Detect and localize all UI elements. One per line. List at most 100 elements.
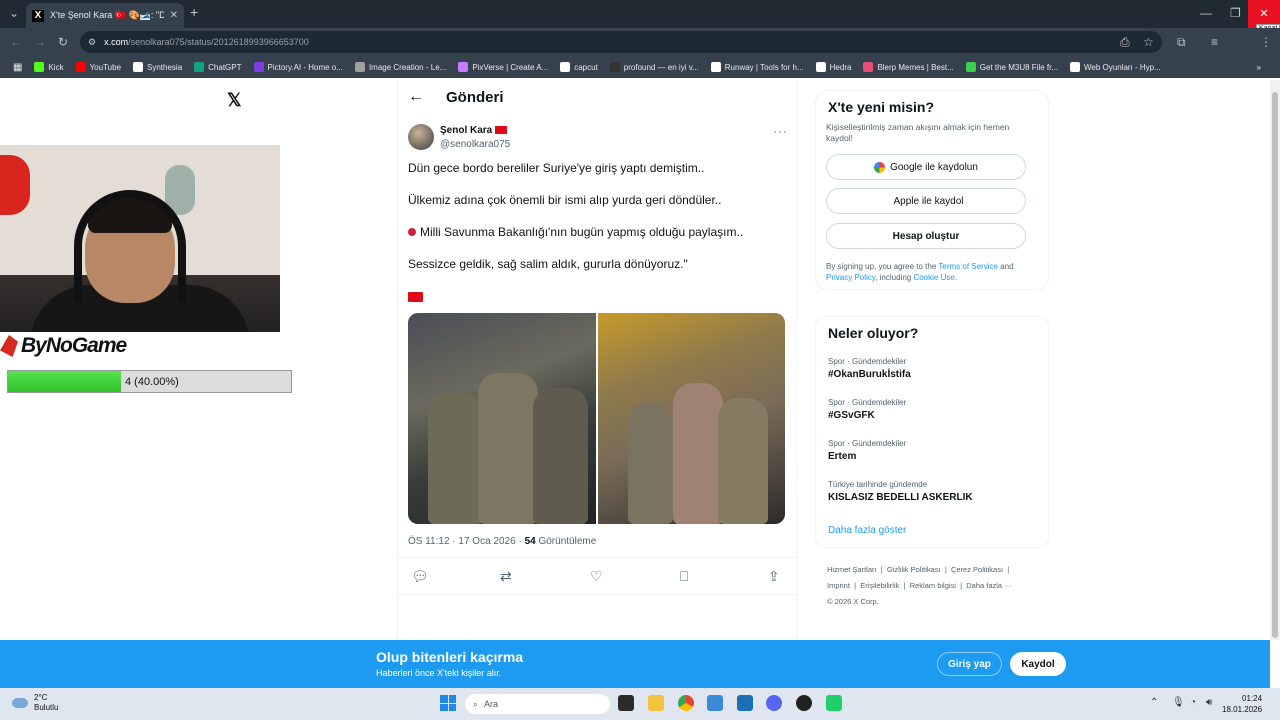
brand-logo: ByNoGame bbox=[0, 333, 127, 359]
cookie-link[interactable]: Cookie Use bbox=[913, 273, 954, 282]
file-explorer-icon[interactable] bbox=[648, 695, 664, 711]
show-more-link[interactable]: Daha fazla göster bbox=[828, 525, 906, 536]
active-tab[interactable]: X X'te Şenol Kara 🇹🇷 🎨🎿: "Dün g ✕ bbox=[26, 3, 184, 28]
x-favicon-icon: X bbox=[32, 9, 44, 22]
bookmark-item[interactable]: Runway | Tools for h... bbox=[706, 62, 809, 72]
weather-widget[interactable]: 2°C Bulutlu bbox=[12, 693, 58, 713]
banner-subtitle: Haberleri önce X'teki kişiler alır. bbox=[376, 668, 502, 678]
bookmark-item[interactable]: Kick bbox=[29, 62, 68, 72]
new-tab-icon[interactable]: + bbox=[190, 4, 198, 20]
scrollbar[interactable] bbox=[1270, 80, 1280, 640]
tweet-image[interactable] bbox=[408, 313, 596, 524]
tweet-media[interactable] bbox=[408, 313, 785, 524]
taskbar-clock[interactable]: 01:24 18.01.2026 bbox=[1222, 693, 1262, 715]
more-bookmarks-icon[interactable]: » bbox=[1252, 63, 1266, 72]
signup-button[interactable]: Kaydol bbox=[1010, 652, 1066, 676]
login-button[interactable]: Giriş yap bbox=[937, 652, 1002, 676]
bookmark-item[interactable]: Pictory.AI - Home o... bbox=[249, 62, 348, 72]
menu-icon[interactable]: ⋮ bbox=[1260, 35, 1272, 49]
tray-chevron-icon[interactable]: ⌃ bbox=[1150, 697, 1158, 708]
trend-item[interactable]: #OkanBurukİstifa bbox=[828, 369, 911, 380]
outlook-icon[interactable] bbox=[707, 695, 723, 711]
footer-link[interactable]: Gizlilik Politikası bbox=[887, 565, 941, 574]
more-options-icon[interactable]: ··· bbox=[773, 124, 788, 138]
author-name[interactable]: Şenol Kara bbox=[440, 125, 492, 136]
like-icon[interactable]: ♡ bbox=[590, 568, 603, 585]
footer-link[interactable]: Imprint bbox=[827, 581, 850, 590]
repost-icon[interactable]: ⇄ bbox=[500, 568, 512, 585]
back-icon[interactable]: ← bbox=[10, 35, 22, 49]
x-logo-icon[interactable]: 𝕏 bbox=[227, 90, 242, 111]
footer-link[interactable]: Daha fazla ··· bbox=[966, 581, 1011, 590]
bookmark-item[interactable]: Synthesia bbox=[128, 62, 187, 72]
minimize-icon[interactable]: — bbox=[1200, 6, 1212, 20]
privacy-link[interactable]: Privacy Policy bbox=[826, 273, 875, 282]
app-icon[interactable] bbox=[826, 695, 842, 711]
author-handle[interactable]: @senolkara075 bbox=[440, 139, 510, 150]
google-signup-button[interactable]: Google ile kaydolun bbox=[826, 154, 1026, 180]
url-bar[interactable]: ⚙ x.com/senolkara075/status/201261899396… bbox=[80, 31, 1162, 53]
network-icon[interactable]: ◔ bbox=[1190, 697, 1196, 708]
scrollbar-thumb[interactable] bbox=[1272, 92, 1278, 638]
author-avatar[interactable] bbox=[408, 124, 434, 150]
microphone-icon[interactable]: 🎙︎ bbox=[1172, 697, 1185, 708]
bookmark-item[interactable]: Web Oyunları - Hyp... bbox=[1065, 62, 1166, 72]
footer-link[interactable]: Erişilebilirlik bbox=[860, 581, 899, 590]
bookmark-item[interactable]: profound — en iyi v... bbox=[605, 62, 704, 72]
bookmark-item[interactable]: Blerp Memes | Best... bbox=[858, 62, 958, 72]
back-arrow-icon[interactable]: ← bbox=[408, 88, 424, 106]
trend-category: Türkiye tarihinde gündemde bbox=[828, 480, 928, 489]
terms-link[interactable]: Terms of Service bbox=[938, 262, 998, 271]
signup-subtitle: Kişiselleştirilmiş zaman akışını almak i… bbox=[826, 122, 1010, 143]
install-icon[interactable]: ⎙ bbox=[1120, 35, 1130, 50]
footer-link[interactable]: Çerez Politikası bbox=[951, 565, 1003, 574]
bookmark-item[interactable]: ChatGPT bbox=[189, 62, 246, 72]
taskbar-search[interactable]: ⌕ Ara bbox=[465, 694, 610, 714]
task-view-icon[interactable] bbox=[618, 695, 634, 711]
trend-category: Spor · Gündemdekiler bbox=[828, 439, 907, 448]
trend-item[interactable]: Ertem bbox=[828, 451, 856, 462]
bookmark-item[interactable]: capcut bbox=[555, 62, 603, 72]
divider bbox=[398, 594, 796, 595]
windows-taskbar bbox=[0, 688, 1280, 720]
site-info-icon[interactable]: ⚙ bbox=[88, 37, 96, 48]
tab-search-icon[interactable]: ⌄ bbox=[9, 6, 19, 20]
trends-title: Neler oluyor? bbox=[828, 325, 919, 341]
progress-fill bbox=[8, 371, 122, 392]
restore-icon[interactable]: ❐ bbox=[1230, 6, 1241, 20]
windows-start-icon[interactable] bbox=[440, 695, 456, 711]
tweet-image[interactable] bbox=[597, 313, 785, 524]
webcam-feed bbox=[0, 145, 280, 332]
extensions-icon[interactable]: ⧉ bbox=[1177, 35, 1186, 50]
volume-icon[interactable]: 🔊︎ bbox=[1206, 697, 1212, 708]
bookmark-item[interactable]: PixVerse | Create A... bbox=[453, 62, 553, 72]
tab-close-icon[interactable]: ✕ bbox=[170, 10, 178, 21]
bookmark-item[interactable]: Get the M3U8 File fr... bbox=[961, 62, 1063, 72]
discord-icon[interactable] bbox=[766, 695, 782, 711]
bookmark-icon[interactable]: ⎕ bbox=[680, 568, 688, 585]
bookmark-item[interactable]: Hedra bbox=[811, 62, 857, 72]
obs-icon[interactable] bbox=[796, 695, 812, 711]
create-account-button[interactable]: Hesap oluştur bbox=[826, 223, 1026, 249]
trend-item[interactable]: KISLASIZ BEDELLI ASKERLIK bbox=[828, 492, 973, 503]
media-icon[interactable]: ≡ bbox=[1211, 35, 1218, 49]
footer-link[interactable]: Hizmet Şartları bbox=[827, 565, 877, 574]
post-header: ← Gönderi bbox=[408, 88, 504, 106]
reload-icon[interactable]: ↻ bbox=[58, 35, 68, 49]
chrome-icon[interactable] bbox=[678, 695, 694, 711]
forward-icon[interactable]: → bbox=[34, 35, 46, 49]
bookmark-item[interactable]: YouTube bbox=[71, 62, 126, 72]
apple-signup-button[interactable]: Apple ile kaydol bbox=[826, 188, 1026, 214]
share-icon[interactable]: ⇪ bbox=[768, 568, 780, 585]
divider bbox=[397, 80, 398, 640]
trend-item[interactable]: #GSvGFK bbox=[828, 410, 875, 421]
reply-icon[interactable]: 💬︎ bbox=[411, 568, 429, 585]
bookmark-item[interactable]: Image Creation - Le... bbox=[350, 62, 451, 72]
footer-link[interactable]: Reklam bilgisi bbox=[910, 581, 956, 590]
bynogame-logo-icon bbox=[0, 335, 18, 357]
signup-banner: Olup bitenleri kaçırma Haberleri önce X'… bbox=[0, 640, 1270, 688]
store-icon[interactable] bbox=[737, 695, 753, 711]
apps-icon[interactable]: ▦ bbox=[8, 62, 27, 73]
tweet-line-with-pin: Milli Savunma Bakanlığı'nın bugün yapmış… bbox=[408, 225, 743, 239]
bookmark-star-icon[interactable]: ☆ bbox=[1143, 35, 1154, 49]
